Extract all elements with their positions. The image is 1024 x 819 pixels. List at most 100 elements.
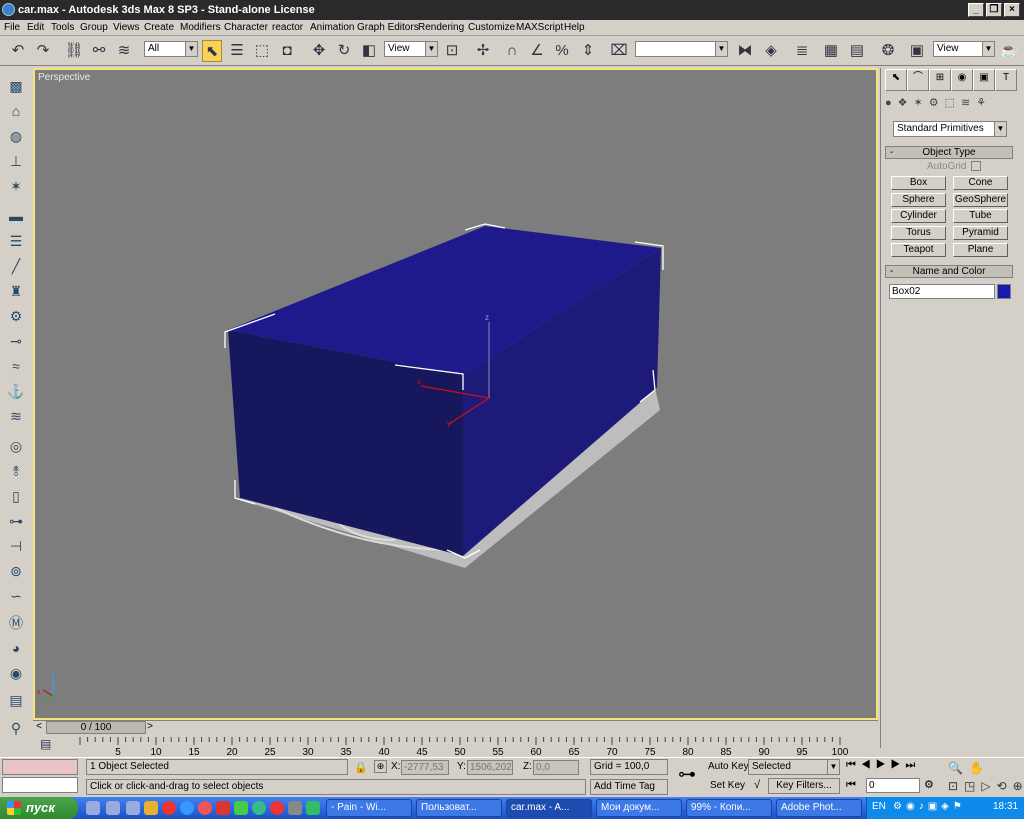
align-icon[interactable]: ◈ [761,40,781,62]
reactor-tool-9-icon[interactable]: ♜ [5,281,27,301]
menu-modifiers[interactable]: Modifiers [180,22,221,33]
start-button[interactable]: пуск [0,797,78,819]
move-icon[interactable]: ✥ [309,40,329,62]
minimize-button[interactable]: _ [968,3,984,17]
key-mode-toggle-icon[interactable]: ⏮ [846,779,856,792]
create-category-icons[interactable]: ●❖✶⚙⬚≋⚘ [885,96,1017,114]
modify-tab-icon[interactable]: ⌒ [907,69,929,91]
pyramid-button[interactable]: Pyramid [953,226,1008,240]
manipulate-icon[interactable]: ✢ [473,40,493,62]
plane-button[interactable]: Plane [953,243,1008,257]
snap-3d-icon[interactable]: ∩ [502,40,522,62]
selection-filter-dropdown[interactable]: All ▼ [144,41,198,57]
object-name-input[interactable]: Box02 [889,284,995,299]
menu-animation[interactable]: Animation [310,22,354,33]
reactor-tool-2-icon[interactable]: ⌂ [5,101,27,121]
torus-button[interactable]: Torus [891,226,946,240]
time-slider[interactable]: < 0 / 100 > [33,720,878,734]
teapot-button[interactable]: Teapot [891,243,946,257]
reactor-tool-8-icon[interactable]: ╱ [5,256,27,276]
x-coord-field[interactable]: -2777,53 [401,760,449,775]
reactor-tool-26-icon[interactable]: ⚲ [5,718,27,738]
motion-tab-icon[interactable]: ◉ [951,69,973,91]
render-scene-icon[interactable]: ▣ [907,40,927,62]
name-color-rollout-header[interactable]: - Name and Color [885,265,1013,278]
reactor-tool-15-icon[interactable]: ◎ [5,436,27,456]
reactor-tool-23-icon[interactable]: ◕ [5,638,27,658]
scale-icon[interactable]: ◧ [359,40,379,62]
menu-tools[interactable]: Tools [51,22,74,33]
menu-graph-editors[interactable]: Graph Editors [357,22,419,33]
menu-file[interactable]: File [4,22,20,33]
viewport-nav-controls[interactable]: 🔍✋⊡◳▷⟲⊕⧉ [948,759,1024,795]
quicklaunch-12-icon[interactable] [288,801,302,815]
task-my-documents[interactable]: Мои докум... [596,799,682,817]
object-color-swatch[interactable] [997,284,1011,299]
object-type-rollout-header[interactable]: - Object Type [885,146,1013,159]
add-time-tag-button[interactable]: Add Time Tag [590,779,668,795]
reactor-tool-13-icon[interactable]: ⚓ [5,381,27,401]
app-icon[interactable] [2,3,15,16]
task-paint[interactable]: - Pain - Wi... [326,799,412,817]
perspective-viewport[interactable]: Perspective z x y z x [33,68,878,720]
display-tab-icon[interactable]: ▣ [973,69,995,91]
track-ruler[interactable]: 5 10 15 20 25 30 35 40 45 50 55 60 65 70 75 80 85 90 95 100 [33,735,878,757]
reactor-tool-21-icon[interactable]: ∽ [5,586,27,606]
undo-icon[interactable]: ↶ [8,40,28,62]
task-photoshop[interactable]: Adobe Phot... [776,799,862,817]
named-selection-dropdown[interactable]: ▼ [635,41,728,57]
autogrid-checkbox[interactable] [971,161,981,171]
reactor-tool-19-icon[interactable]: ⊣ [5,536,27,556]
quicklaunch-1-icon[interactable] [86,801,100,815]
reactor-tool-7-icon[interactable]: ☰ [5,231,27,251]
maxscript-listener-pink[interactable] [2,759,78,775]
menu-create[interactable]: Create [144,22,174,33]
reactor-tool-24-icon[interactable]: ◉ [5,663,27,683]
z-coord-field[interactable]: 0,0 [533,760,579,775]
schematic-view-icon[interactable]: ▤ [847,40,867,62]
reactor-tool-16-icon[interactable]: ⥉ [5,461,27,481]
task-users[interactable]: Пользоват... [416,799,502,817]
quicklaunch-9-icon[interactable] [234,801,248,815]
reactor-tool-17-icon[interactable]: ▯ [5,486,27,506]
material-editor-icon[interactable]: ❂ [878,40,898,62]
reactor-tool-20-icon[interactable]: ⊚ [5,561,27,581]
menu-group[interactable]: Group [80,22,108,33]
playback-controls[interactable]: ⏮◀▶▶⏭ [846,759,946,775]
bind-spacewarp-icon[interactable]: ≋ [114,40,134,62]
ref-coord-dropdown[interactable]: View ▼ [384,41,438,57]
quick-render-icon[interactable]: ☕ [999,40,1019,62]
reactor-tool-5-icon[interactable]: ✶ [5,176,27,196]
menu-character[interactable]: Character [224,22,268,33]
select-by-name-icon[interactable]: ☰ [227,40,247,62]
rect-selection-icon[interactable]: ⬚ [252,40,272,62]
maxscript-listener-white[interactable] [2,777,78,793]
utilities-tab-icon[interactable]: T [995,69,1017,91]
select-object-icon[interactable]: ⬉ [202,40,222,62]
quicklaunch-2-icon[interactable] [106,801,120,815]
rotate-icon[interactable]: ↻ [334,40,354,62]
scene-canvas[interactable]: z x y z x [35,70,878,720]
link-icon[interactable]: ⛓ [64,40,84,62]
redo-icon[interactable]: ↷ [33,40,53,62]
angle-snap-icon[interactable]: ∠ [527,40,547,62]
reactor-tool-14-icon[interactable]: ≋ [5,406,27,426]
key-mode-dropdown[interactable]: Selected ▼ [748,759,840,775]
percent-snap-icon[interactable]: % [552,40,572,62]
render-type-dropdown[interactable]: View ▼ [933,41,995,57]
default-tangent-icon[interactable]: √ [750,779,764,793]
lock-selection-icon[interactable]: 🔒 [354,761,368,774]
reactor-tool-6-icon[interactable]: ▬ [5,206,27,226]
quicklaunch-11-icon[interactable] [270,801,284,815]
time-slider-thumb[interactable]: 0 / 100 [46,721,146,734]
cone-button[interactable]: Cone [953,176,1008,190]
quicklaunch-10-icon[interactable] [252,801,266,815]
task-3dsmax[interactable]: car.max - A... [506,799,592,817]
reactor-tool-1-icon[interactable]: ▩ [5,76,27,96]
current-frame-field[interactable]: 0 [866,778,920,793]
absolute-mode-icon[interactable]: ⊕ [374,760,387,773]
menu-help[interactable]: Help [564,22,585,33]
key-filters-button[interactable]: Key Filters... [768,778,840,794]
reactor-tool-3-icon[interactable]: ◍ [5,126,27,146]
track-bar[interactable]: ▤ 5 10 15 20 25 30 35 40 45 50 55 60 65 70 75 80 85 90 95 1… [33,735,878,757]
